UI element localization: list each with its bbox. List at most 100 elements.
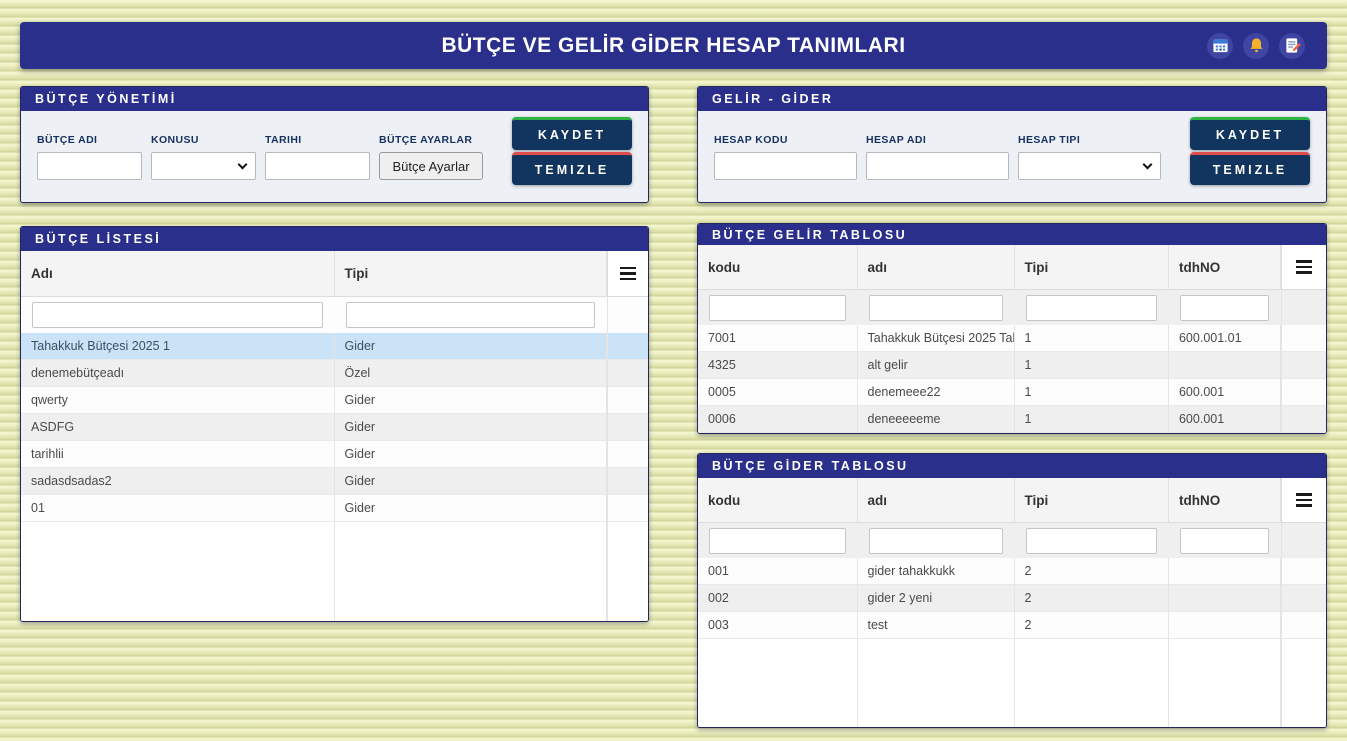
cell-tipi: Gider bbox=[335, 414, 608, 441]
table-row[interactable]: qwerty Gider bbox=[21, 387, 648, 414]
cell-adi: qwerty bbox=[21, 387, 335, 414]
budget-management-title: BÜTÇE YÖNETİMİ bbox=[21, 87, 648, 111]
cell-empty bbox=[1281, 558, 1326, 585]
cell-tipi: 2 bbox=[1015, 612, 1169, 639]
column-header-tipi[interactable]: Tipi bbox=[1015, 245, 1169, 290]
cell-kodu: 0005 bbox=[698, 379, 858, 406]
table-row[interactable]: 0005 denemeee22 1 600.001 bbox=[698, 379, 1326, 406]
table-row[interactable]: 4325 alt gelir 1 bbox=[698, 352, 1326, 379]
column-header-tipi[interactable]: Tipi bbox=[1015, 478, 1169, 523]
column-chooser-cell bbox=[607, 251, 648, 297]
cell-adi: ASDFG bbox=[21, 414, 335, 441]
cell-adi: denemeee22 bbox=[858, 379, 1015, 406]
hesap-kodu-input[interactable] bbox=[714, 152, 857, 180]
table-row[interactable]: 003 test 2 bbox=[698, 612, 1326, 639]
tdhno-filter-input[interactable] bbox=[1180, 295, 1269, 321]
expense-table-title: BÜTÇE GİDER TABLOSU bbox=[698, 454, 1326, 478]
note-edit-icon[interactable] bbox=[1279, 33, 1305, 59]
cell-tdhno: 600.001 bbox=[1169, 379, 1281, 406]
hamburger-menu-icon[interactable] bbox=[1292, 256, 1316, 278]
budget-list-title: BÜTÇE LİSTESİ bbox=[21, 227, 648, 251]
expense-table-filter-row bbox=[698, 523, 1326, 558]
cell-tipi: Gider bbox=[335, 468, 608, 495]
table-row[interactable]: 002 gider 2 yeni 2 bbox=[698, 585, 1326, 612]
table-row[interactable]: 001 gider tahakkukk 2 bbox=[698, 558, 1326, 585]
note-edit-icon-glyph bbox=[1284, 37, 1301, 54]
table-row[interactable]: sadasdsadas2 Gider bbox=[21, 468, 648, 495]
income-table-panel: BÜTÇE GELİR TABLOSU kodu adı Tipi tdhNO bbox=[697, 223, 1327, 434]
butce-ayarlar-label: BÜTÇE AYARLAR bbox=[379, 134, 483, 146]
hamburger-menu-icon[interactable] bbox=[1292, 489, 1316, 511]
budget-name-input[interactable] bbox=[37, 152, 142, 180]
adi-filter-input[interactable] bbox=[32, 302, 323, 328]
table-row[interactable]: 01 Gider bbox=[21, 495, 648, 522]
cell-tipi: 1 bbox=[1015, 352, 1169, 379]
cell-tipi: Gider bbox=[335, 333, 608, 360]
cell-adi: denemebütçeadı bbox=[21, 360, 335, 387]
cell-tdhno: 600.001.01 bbox=[1169, 325, 1281, 352]
butce-ayarlar-button[interactable]: Bütçe Ayarlar bbox=[379, 152, 483, 180]
hesap-tipi-field: HESAP TIPI bbox=[1018, 134, 1161, 185]
cell-kodu: 4325 bbox=[698, 352, 858, 379]
konusu-field: KONUSU bbox=[151, 134, 256, 185]
tarihi-label: TARIHI bbox=[265, 134, 370, 146]
hesap-tipi-label: HESAP TIPI bbox=[1018, 134, 1161, 146]
clear-button[interactable]: TEMIZLE bbox=[512, 152, 632, 185]
table-row[interactable]: denemebütçeadı Özel bbox=[21, 360, 648, 387]
cell-adi: 01 bbox=[21, 495, 335, 522]
calendar-icon[interactable] bbox=[1207, 33, 1233, 59]
column-header-kodu[interactable]: kodu bbox=[698, 245, 858, 290]
table-row[interactable]: tarihlii Gider bbox=[21, 441, 648, 468]
save-button[interactable]: KAYDET bbox=[512, 117, 632, 150]
column-header-tdhno[interactable]: tdhNO bbox=[1169, 245, 1281, 290]
cell-tipi: 2 bbox=[1015, 585, 1169, 612]
budget-list-grid: Adı Tipi Tahakkuk Bütçesi 2025 1 Gider bbox=[21, 251, 648, 621]
tipi-filter-input[interactable] bbox=[346, 302, 596, 328]
income-table-rows: 7001 Tahakkuk Bütçesi 2025 Tahakk 1 600.… bbox=[698, 325, 1326, 433]
expense-table-empty-area bbox=[698, 639, 1326, 727]
budget-list-empty-area bbox=[21, 522, 648, 621]
cell-tdhno: 600.001 bbox=[1169, 406, 1281, 433]
content-columns: BÜTÇE YÖNETİMİ BÜTÇE ADI KONUSU bbox=[20, 86, 1327, 728]
column-header-adi[interactable]: Adı bbox=[21, 251, 335, 297]
kodu-filter-input[interactable] bbox=[709, 295, 846, 321]
cell-empty bbox=[1281, 406, 1326, 433]
table-row[interactable]: 7001 Tahakkuk Bütçesi 2025 Tahakk 1 600.… bbox=[698, 325, 1326, 352]
income-table-grid: kodu adı Tipi tdhNO bbox=[698, 245, 1326, 433]
income-expense-title: GELİR - GİDER bbox=[698, 87, 1326, 111]
header-icon-group bbox=[1207, 22, 1305, 69]
tarihi-input[interactable] bbox=[265, 152, 370, 180]
cell-tdhno bbox=[1169, 612, 1281, 639]
cell-adi: Tahakkuk Bütçesi 2025 Tahakk bbox=[858, 325, 1015, 352]
column-header-tipi[interactable]: Tipi bbox=[335, 251, 608, 297]
hesap-adi-label: HESAP ADI bbox=[866, 134, 1009, 146]
adi-filter-input[interactable] bbox=[869, 295, 1003, 321]
column-header-kodu[interactable]: kodu bbox=[698, 478, 858, 523]
table-row[interactable]: Tahakkuk Bütçesi 2025 1 Gider bbox=[21, 333, 648, 360]
hesap-tipi-select[interactable] bbox=[1018, 152, 1161, 180]
table-row[interactable]: ASDFG Gider bbox=[21, 414, 648, 441]
tipi-filter-input[interactable] bbox=[1026, 528, 1157, 554]
cell-empty bbox=[1281, 585, 1326, 612]
column-header-adi[interactable]: adı bbox=[858, 478, 1015, 523]
column-header-tdhno[interactable]: tdhNO bbox=[1169, 478, 1281, 523]
cell-adi: gider 2 yeni bbox=[858, 585, 1015, 612]
hesap-adi-input[interactable] bbox=[866, 152, 1009, 180]
tarihi-field: TARIHI bbox=[265, 134, 370, 185]
cell-empty bbox=[607, 333, 648, 360]
income-table-header-row: kodu adı Tipi tdhNO bbox=[698, 245, 1326, 290]
clear-button[interactable]: TEMIZLE bbox=[1190, 152, 1310, 185]
kodu-filter-input[interactable] bbox=[709, 528, 846, 554]
tipi-filter-input[interactable] bbox=[1026, 295, 1157, 321]
hamburger-menu-icon[interactable] bbox=[616, 263, 640, 285]
table-row[interactable]: 0006 deneeeeeme 1 600.001 bbox=[698, 406, 1326, 433]
butce-ayarlar-field: BÜTÇE AYARLAR Bütçe Ayarlar bbox=[379, 134, 483, 185]
adi-filter-input[interactable] bbox=[869, 528, 1003, 554]
expense-table-header-row: kodu adı Tipi tdhNO bbox=[698, 478, 1326, 523]
konusu-select[interactable] bbox=[151, 152, 256, 180]
cell-tipi: 1 bbox=[1015, 325, 1169, 352]
tdhno-filter-input[interactable] bbox=[1180, 528, 1269, 554]
column-header-adi[interactable]: adı bbox=[858, 245, 1015, 290]
save-button[interactable]: KAYDET bbox=[1190, 117, 1310, 150]
bell-icon[interactable] bbox=[1243, 33, 1269, 59]
